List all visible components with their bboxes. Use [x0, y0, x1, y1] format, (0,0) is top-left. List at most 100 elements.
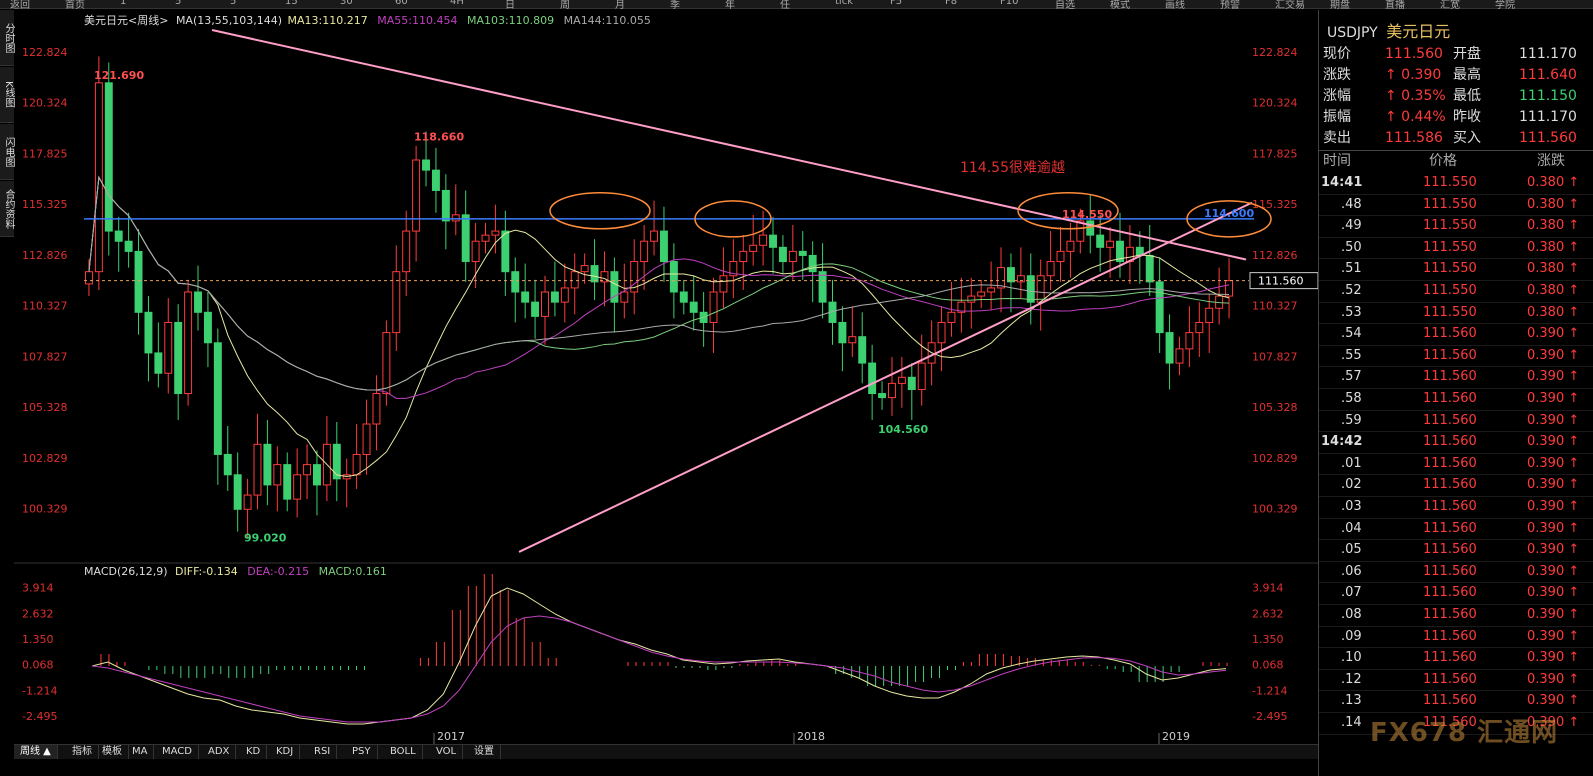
candle-body	[659, 230, 668, 263]
tick-change: 0.390 ↑	[1527, 326, 1580, 342]
price-annotation-high2: 118.660	[414, 130, 464, 143]
candle-body	[778, 246, 787, 263]
watermark-logo: FX678 汇通网	[1370, 718, 1559, 748]
indicator-tab-7[interactable]: KDJ	[270, 745, 301, 759]
toolbar-button-15[interactable]: tick	[835, 0, 853, 7]
tick-row[interactable]: .54 111.560 0.390 ↑	[1319, 323, 1593, 346]
tick-row[interactable]: .12 111.560 0.390 ↑	[1319, 669, 1593, 692]
candle-body	[917, 362, 926, 390]
candle-body	[372, 393, 381, 425]
tick-row[interactable]: .50 111.550 0.380 ↑	[1319, 237, 1593, 260]
time-axis-label: 2017	[437, 730, 465, 743]
indicator-tab-6[interactable]: KD	[240, 745, 268, 759]
indicator-tab-3[interactable]: MA	[126, 745, 155, 759]
candle-body	[124, 240, 133, 252]
toolbar-button-16[interactable]: F5	[890, 0, 902, 7]
quote-v2: 111.560	[1519, 130, 1577, 146]
tick-price: 111.560	[1423, 650, 1477, 666]
candle-body	[441, 189, 450, 222]
price-annotation-level2: 114.600	[1204, 207, 1254, 220]
tick-row[interactable]: .03 111.560 0.390 ↑	[1319, 496, 1593, 519]
tick-row[interactable]: .53 111.550 0.380 ↑	[1319, 302, 1593, 325]
tick-time: .06	[1341, 563, 1362, 579]
toolbar-button-18[interactable]: F10	[1000, 0, 1018, 7]
candle-body	[769, 234, 777, 248]
tick-row[interactable]: .49 111.550 0.380 ↑	[1319, 215, 1593, 238]
tick-row[interactable]: .04 111.560 0.390 ↑	[1319, 518, 1593, 541]
indicator-tab-1[interactable]: 指标	[66, 745, 99, 759]
tick-row[interactable]: .07 111.560 0.390 ↑	[1319, 582, 1593, 605]
indicator-tab-12[interactable]: 设置	[468, 745, 501, 759]
tick-row[interactable]: .52 111.550 0.380 ↑	[1319, 280, 1593, 303]
quote-v1: ↑ 0.44%	[1385, 109, 1446, 125]
toolbar-button-17[interactable]: F8	[945, 0, 957, 7]
tick-row[interactable]: 14:41 111.550 0.380 ↑	[1319, 172, 1593, 195]
tick-row[interactable]: .57 111.560 0.390 ↑	[1319, 366, 1593, 389]
quote-v1: 111.560	[1385, 46, 1443, 62]
indicator-tab-0[interactable]: 周线 ▲	[14, 745, 58, 759]
tick-row[interactable]: .58 111.560 0.390 ↑	[1319, 388, 1593, 411]
candle-body	[491, 230, 500, 236]
bottom-indicator-bar: 周线 ▲ 指标 模板 MA MACD ADX KD KDJ RSI PSY BOLL VOL 设置	[14, 744, 1320, 759]
tick-row[interactable]: .13 111.560 0.390 ↑	[1319, 690, 1593, 713]
tick-time: .09	[1341, 628, 1362, 644]
toolbar-button-2[interactable]: 1	[120, 0, 126, 7]
indicator-tab-8[interactable]: RSI	[308, 745, 338, 759]
tick-time: .52	[1341, 283, 1362, 298]
toolbar-button-7[interactable]: 60	[395, 0, 408, 7]
candle-body	[788, 250, 797, 263]
tick-time: .10	[1341, 650, 1362, 666]
left-tab-0[interactable]: 分时图	[0, 10, 14, 66]
price-axis-label-right: 100.329	[1252, 503, 1298, 516]
tick-row[interactable]: .02 111.560 0.390 ↑	[1319, 474, 1593, 497]
indicator-tab-10[interactable]: BOLL	[384, 745, 423, 759]
toolbar-button-4[interactable]: 5	[230, 0, 236, 7]
indicator-tab-5[interactable]: ADX	[202, 745, 237, 759]
price-axis-label-right: 107.827	[1252, 350, 1298, 363]
tick-price: 111.560	[1423, 628, 1477, 644]
tick-change: 0.390 ↑	[1527, 520, 1580, 536]
candle-body	[937, 321, 946, 344]
tick-change: 0.390 ↑	[1527, 693, 1580, 709]
legend-ma103: MA103:110.809	[466, 14, 555, 27]
indicator-tab-9[interactable]: PSY	[346, 745, 378, 759]
candle-body	[848, 336, 857, 344]
tick-row[interactable]: .05 111.560 0.390 ↑	[1319, 539, 1593, 562]
indicator-tab-2[interactable]: 模板	[96, 745, 129, 759]
tick-time: .59	[1341, 412, 1362, 428]
tick-row[interactable]: 14:42 111.560 0.390 ↑	[1319, 431, 1593, 454]
toolbar-button-3[interactable]: 5	[175, 0, 181, 7]
tick-row[interactable]: .59 111.560 0.390 ↑	[1319, 410, 1593, 433]
quote-l1: 振幅	[1323, 109, 1351, 125]
tick-row[interactable]: .55 111.560 0.390 ↑	[1319, 345, 1593, 368]
price-annotation-level1: 114.550	[1062, 208, 1112, 221]
tick-list[interactable]: 14:41 111.550 0.380 ↑ .48 111.550 0.380 ↑ .49 1…	[1319, 172, 1593, 772]
candlestick-chart[interactable]: 122.824 122.824 120.324 120.324 117.825 117.8…	[14, 8, 1320, 753]
quote-symbol: USDJPY 美元日元	[1327, 22, 1451, 41]
tick-change: 0.390 ↑	[1527, 391, 1580, 406]
indicator-tab-11[interactable]: VOL	[430, 745, 464, 759]
left-tab-1[interactable]: K线图	[0, 67, 14, 123]
toolbar-button-6[interactable]: 30	[340, 0, 353, 7]
tick-change: 0.390 ↑	[1527, 607, 1580, 622]
toolbar-button-5[interactable]: 15	[285, 0, 298, 7]
level-comment: 114.55很难逾越	[960, 160, 1065, 176]
candle-body	[560, 287, 569, 303]
tick-row[interactable]: .09 111.560 0.390 ↑	[1319, 626, 1593, 649]
tick-row[interactable]: .51 111.550 0.380 ↑	[1319, 258, 1593, 281]
tick-row[interactable]: .01 111.560 0.390 ↑	[1319, 453, 1593, 476]
tick-row[interactable]: .08 111.560 0.390 ↑	[1319, 604, 1593, 627]
ma-line-0	[88, 175, 1230, 477]
price-annotation-high1: 121.690	[94, 69, 144, 82]
indicator-tab-4[interactable]: MACD	[156, 745, 199, 759]
tick-row[interactable]: .48 111.550 0.380 ↑	[1319, 194, 1593, 217]
toolbar-button-8[interactable]: 4H	[450, 0, 464, 7]
candle-body	[650, 230, 659, 242]
left-tab-2[interactable]: 闪电图	[0, 124, 14, 180]
tick-row[interactable]: .06 111.560 0.390 ↑	[1319, 561, 1593, 584]
candle-body	[987, 287, 996, 293]
left-tab-3[interactable]: 合约资料	[0, 181, 14, 237]
tick-row[interactable]: .10 111.560 0.390 ↑	[1319, 647, 1593, 670]
candle-body	[1225, 280, 1234, 297]
candle-body	[352, 453, 361, 476]
